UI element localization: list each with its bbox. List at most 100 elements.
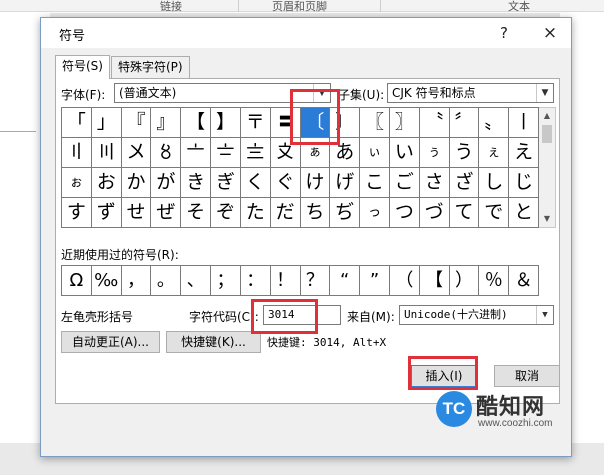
- symbol-cell[interactable]: 〩: [270, 138, 301, 168]
- from-select[interactable]: Unicode(十六进制) ▼: [399, 305, 554, 325]
- recent-symbol-cell[interactable]: Ω: [62, 266, 92, 296]
- symbol-cell[interactable]: 〧: [211, 138, 241, 168]
- recent-symbol-cell[interactable]: ）: [449, 266, 480, 296]
- close-button[interactable]: ×: [537, 21, 563, 45]
- insert-button[interactable]: 插入(I): [411, 365, 477, 387]
- symbol-cell[interactable]: さ: [419, 168, 450, 198]
- symbol-cell[interactable]: 「: [62, 108, 92, 138]
- chevron-down-icon[interactable]: ▼: [536, 306, 553, 324]
- symbol-cell[interactable]: 〡: [509, 108, 539, 138]
- dialog-titlebar[interactable]: 符号 ? ×: [41, 18, 571, 48]
- autocorrect-button[interactable]: 自动更正(A)...: [61, 331, 160, 353]
- font-select[interactable]: (普通文本) ▼: [114, 83, 331, 103]
- symbol-cell[interactable]: 〞: [449, 108, 480, 138]
- symbol-cell[interactable]: ぇ: [479, 138, 510, 168]
- tab-special-characters[interactable]: 特殊字符(P): [111, 56, 190, 78]
- scroll-down-icon[interactable]: ▼: [539, 211, 555, 227]
- symbol-cell[interactable]: そ: [181, 198, 212, 228]
- shortcut-key-button[interactable]: 快捷键(K)...: [166, 331, 261, 353]
- symbol-cell[interactable]: し: [479, 168, 510, 198]
- symbol-cell[interactable]: 】: [211, 108, 241, 138]
- symbol-cell[interactable]: 〕: [330, 108, 361, 138]
- chevron-down-icon[interactable]: ▼: [313, 84, 330, 102]
- symbol-cell[interactable]: っ: [360, 198, 390, 228]
- symbol-cell[interactable]: 〖: [360, 108, 390, 138]
- symbol-cell[interactable]: ぁ: [300, 138, 331, 168]
- recent-symbol-cell[interactable]: 、: [181, 266, 212, 296]
- recent-symbol-cell[interactable]: ！: [270, 266, 301, 296]
- recent-symbol-cell[interactable]: ‰: [91, 266, 122, 296]
- subset-select[interactable]: CJK 符号和标点 ▼: [387, 83, 554, 103]
- symbol-cell[interactable]: て: [449, 198, 480, 228]
- symbol-cell[interactable]: じ: [509, 168, 539, 198]
- cancel-button[interactable]: 取消: [494, 365, 560, 387]
- symbol-cell[interactable]: 〗: [389, 108, 420, 138]
- symbol-cell[interactable]: た: [240, 198, 271, 228]
- symbol-cell[interactable]: 〝: [419, 108, 450, 138]
- tab-symbols[interactable]: 符号(S): [55, 55, 110, 79]
- scroll-thumb[interactable]: [542, 125, 552, 143]
- recent-symbol-cell[interactable]: ，: [121, 266, 152, 296]
- symbol-cell[interactable]: 』: [151, 108, 182, 138]
- symbol-cell[interactable]: 『: [121, 108, 152, 138]
- symbol-cell[interactable]: か: [121, 168, 152, 198]
- symbol-cell[interactable]: つ: [389, 198, 420, 228]
- symbol-cell[interactable]: が: [151, 168, 182, 198]
- recent-symbol-cell[interactable]: ％: [479, 266, 510, 296]
- symbol-cell[interactable]: せ: [121, 198, 152, 228]
- symbol-cell[interactable]: ぐ: [270, 168, 301, 198]
- symbol-cell[interactable]: ご: [389, 168, 420, 198]
- ribbon-label-header-footer[interactable]: 页眉和页脚: [272, 0, 327, 14]
- symbol-cell[interactable]: ぅ: [419, 138, 450, 168]
- symbol-cell[interactable]: え: [509, 138, 539, 168]
- scroll-up-icon[interactable]: ▲: [539, 108, 555, 124]
- recent-symbol-cell[interactable]: ；: [211, 266, 241, 296]
- symbol-cell[interactable]: だ: [270, 198, 301, 228]
- symbol-cell[interactable]: く: [240, 168, 271, 198]
- symbol-cell[interactable]: 〤: [121, 138, 152, 168]
- symbol-cell[interactable]: ち: [300, 198, 331, 228]
- symbol-cell[interactable]: 〣: [91, 138, 122, 168]
- symbol-cell[interactable]: お: [91, 168, 122, 198]
- symbol-cell[interactable]: あ: [330, 138, 361, 168]
- recent-symbol-cell[interactable]: （: [389, 266, 420, 296]
- symbol-cell[interactable]: ぃ: [360, 138, 390, 168]
- recent-symbol-cell[interactable]: 【: [419, 266, 450, 296]
- symbol-grid[interactable]: 「」『』【】〒〓〔〕〖〗〝〞〟〡〢〣〤〥〦〧〨〩ぁあぃいぅうぇえぉおかがきぎくぐ…: [61, 107, 539, 228]
- symbol-cell[interactable]: で: [479, 198, 510, 228]
- symbol-grid-scrollbar[interactable]: ▲ ▼: [539, 107, 556, 228]
- symbol-cell[interactable]: き: [181, 168, 212, 198]
- symbol-cell[interactable]: ぢ: [330, 198, 361, 228]
- symbol-cell[interactable]: 〓: [270, 108, 301, 138]
- recent-symbol-cell[interactable]: ？: [300, 266, 331, 296]
- symbol-cell[interactable]: す: [62, 198, 92, 228]
- char-code-input[interactable]: 3014: [263, 305, 341, 325]
- symbol-cell[interactable]: い: [389, 138, 420, 168]
- symbol-cell[interactable]: げ: [330, 168, 361, 198]
- symbol-cell[interactable]: 〥: [151, 138, 182, 168]
- symbol-cell[interactable]: と: [509, 198, 539, 228]
- recent-symbol-cell[interactable]: 。: [151, 266, 182, 296]
- symbol-cell[interactable]: ぞ: [211, 198, 241, 228]
- symbol-cell[interactable]: ざ: [449, 168, 480, 198]
- symbol-cell[interactable]: づ: [419, 198, 450, 228]
- symbol-cell[interactable]: 〨: [240, 138, 271, 168]
- recent-symbol-cell[interactable]: ”: [360, 266, 390, 296]
- recent-symbol-cell[interactable]: “: [330, 266, 361, 296]
- symbol-cell[interactable]: 〦: [181, 138, 212, 168]
- symbol-cell[interactable]: 【: [181, 108, 212, 138]
- symbol-cell[interactable]: 」: [91, 108, 122, 138]
- symbol-cell-selected[interactable]: 〔: [300, 108, 331, 138]
- symbol-cell[interactable]: ず: [91, 198, 122, 228]
- symbol-cell[interactable]: ぎ: [211, 168, 241, 198]
- symbol-cell[interactable]: ぉ: [62, 168, 92, 198]
- help-button[interactable]: ?: [491, 21, 517, 45]
- ribbon-label-link[interactable]: 链接: [160, 0, 182, 14]
- recent-symbol-cell[interactable]: ＆: [509, 266, 539, 296]
- symbol-cell[interactable]: ぜ: [151, 198, 182, 228]
- symbol-cell[interactable]: 〟: [479, 108, 510, 138]
- symbol-cell[interactable]: 〢: [62, 138, 92, 168]
- recent-symbols-row[interactable]: Ω ‰，。、；：！？ “” （【）％＆: [61, 265, 539, 296]
- ribbon-label-text[interactable]: 文本: [508, 0, 530, 14]
- symbol-cell[interactable]: け: [300, 168, 331, 198]
